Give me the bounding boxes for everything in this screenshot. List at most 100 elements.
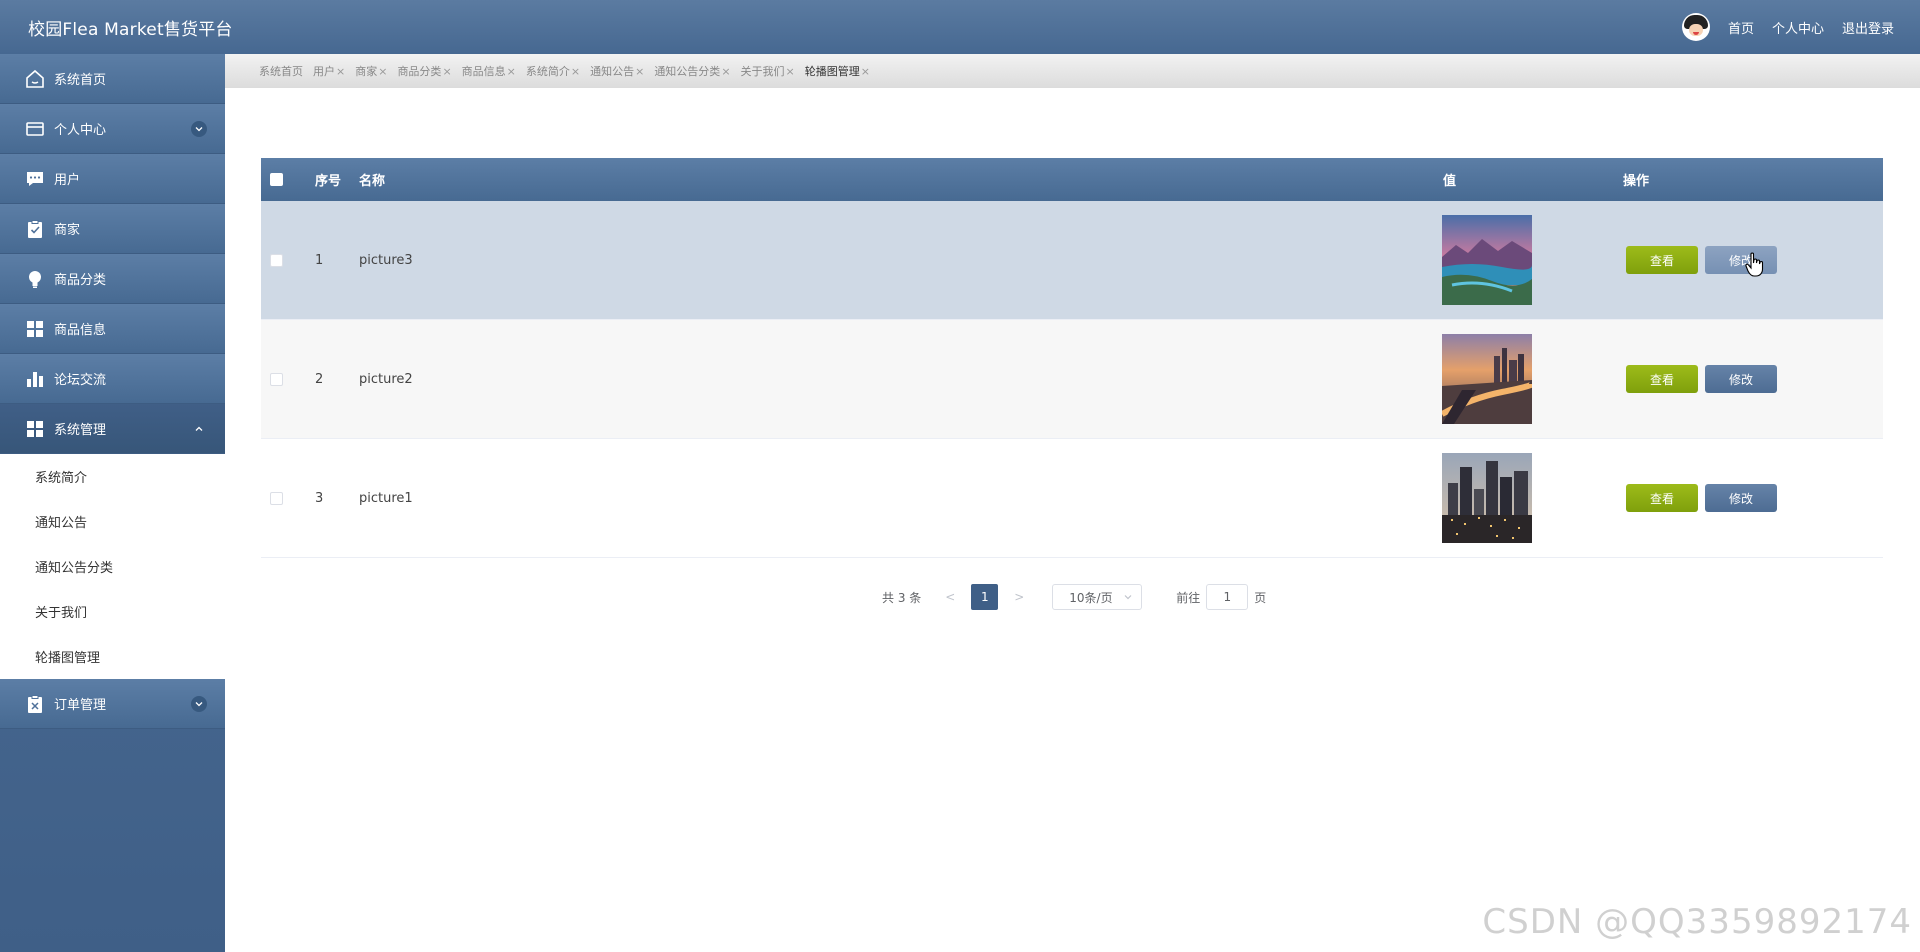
row-index: 2 [315, 371, 324, 387]
chevron-up-icon[interactable] [191, 421, 207, 437]
close-icon[interactable]: × [336, 65, 345, 78]
select-all-checkbox[interactable] [270, 173, 283, 186]
submenu-item-intro[interactable]: 系统简介 [0, 454, 225, 499]
sidebar-item-label: 个人中心 [54, 123, 107, 138]
clipboard-check-icon [24, 218, 46, 240]
view-button[interactable]: 查看 [1626, 365, 1698, 393]
watermark: CSDN @QQ3359892174 [1482, 902, 1912, 942]
grid-icon [24, 418, 46, 440]
submenu-item-about[interactable]: 关于我们 [0, 589, 225, 634]
chevron-down-icon [1124, 595, 1132, 600]
sidebar-item-label: 商品分类 [54, 273, 107, 288]
tab-merchants[interactable]: 商家 × [355, 63, 387, 79]
header-nav: 首页 个人中心 退出登录 [1681, 0, 1894, 54]
table-header: 序号 名称 值 操作 [261, 158, 1883, 201]
top-header: 校园Flea Market售货平台 首页 个人中心 退出登录 [0, 0, 1920, 54]
page-size-select[interactable]: 10条/页 [1052, 584, 1143, 610]
avatar[interactable] [1681, 13, 1710, 41]
tab-home[interactable]: 系统首页 [259, 63, 303, 79]
thumbnail-image[interactable] [1442, 334, 1532, 424]
row-index: 1 [315, 252, 324, 268]
sidebar-item-system[interactable]: 系统管理 [0, 404, 225, 454]
sidebar-item-label: 订单管理 [54, 698, 107, 713]
row-name: picture2 [359, 371, 413, 387]
submenu-item-notices[interactable]: 通知公告 [0, 499, 225, 544]
grid-icon [24, 318, 46, 340]
submenu-item-notice-categories[interactable]: 通知公告分类 [0, 544, 225, 589]
sidebar-item-products[interactable]: 商品信息 [0, 304, 225, 354]
sidebar-item-users[interactable]: 用户 [0, 154, 225, 204]
carousel-table: 序号 名称 值 操作 1 picture3 查看 修改 2 picture2 查… [261, 158, 1883, 558]
bar-chart-icon [24, 368, 46, 390]
close-icon[interactable]: × [378, 65, 387, 78]
close-icon[interactable]: × [571, 65, 580, 78]
table-row[interactable]: 2 picture2 查看 修改 [261, 320, 1883, 439]
chat-icon [24, 168, 46, 190]
profile-link[interactable]: 个人中心 [1772, 18, 1824, 37]
table-row[interactable]: 3 picture1 查看 修改 [261, 439, 1883, 558]
chevron-down-icon[interactable] [191, 696, 207, 712]
tab-about[interactable]: 关于我们 × [741, 63, 795, 79]
bulb-icon [24, 268, 46, 290]
row-checkbox[interactable] [270, 372, 283, 386]
header-name: 名称 [359, 174, 386, 189]
clipboard-x-icon [24, 693, 46, 715]
sidebar-item-merchants[interactable]: 商家 [0, 204, 225, 254]
sidebar-item-profile[interactable]: 个人中心 [0, 104, 225, 154]
tab-notices[interactable]: 通知公告 × [590, 63, 644, 79]
close-icon[interactable]: × [635, 65, 644, 78]
chevron-down-icon[interactable] [191, 121, 207, 137]
home-link[interactable]: 首页 [1728, 18, 1754, 37]
sidebar-item-label: 商品信息 [54, 323, 107, 338]
thumbnail-image[interactable] [1442, 453, 1532, 543]
header-value: 值 [1443, 174, 1457, 189]
close-icon[interactable]: × [442, 65, 451, 78]
header-action: 操作 [1623, 174, 1650, 189]
tab-users[interactable]: 用户 × [313, 63, 345, 79]
close-icon[interactable]: × [507, 65, 516, 78]
edit-button[interactable]: 修改 [1705, 484, 1777, 512]
edit-button[interactable]: 修改 [1705, 365, 1777, 393]
row-checkbox[interactable] [270, 253, 283, 267]
tab-products[interactable]: 商品信息 × [462, 63, 516, 79]
page-size-value: 10条/页 [1069, 590, 1113, 605]
header-index: 序号 [315, 174, 342, 189]
system-submenu: 系统简介 通知公告 通知公告分类 关于我们 轮播图管理 [0, 454, 225, 679]
app-title: 校园Flea Market售货平台 [28, 20, 233, 40]
row-name: picture1 [359, 490, 413, 506]
close-icon[interactable]: × [786, 65, 795, 78]
home-icon [24, 68, 46, 90]
card-icon [24, 118, 46, 140]
sidebar-item-forum[interactable]: 论坛交流 [0, 354, 225, 404]
prev-page-button[interactable]: < [935, 590, 965, 604]
close-icon[interactable]: × [721, 65, 730, 78]
sidebar-item-label: 系统首页 [54, 73, 107, 88]
sidebar-item-home[interactable]: 系统首页 [0, 54, 225, 104]
tab-intro[interactable]: 系统简介 × [526, 63, 580, 79]
edit-button[interactable]: 修改 [1705, 246, 1777, 274]
thumbnail-image[interactable] [1442, 215, 1532, 305]
view-button[interactable]: 查看 [1626, 246, 1698, 274]
row-checkbox[interactable] [270, 491, 283, 505]
tab-categories[interactable]: 商品分类 × [397, 63, 451, 79]
page-button-current[interactable]: 1 [971, 584, 999, 610]
sidebar-item-orders[interactable]: 订单管理 [0, 679, 225, 729]
sidebar: 系统首页 个人中心 用户 商家 商品分类 商品信息 论坛交流 系统管理 系统简介… [0, 54, 225, 952]
sidebar-item-label: 论坛交流 [54, 373, 107, 388]
close-icon[interactable]: × [861, 65, 870, 78]
table-row[interactable]: 1 picture3 查看 修改 [261, 201, 1883, 320]
view-button[interactable]: 查看 [1626, 484, 1698, 512]
logout-link[interactable]: 退出登录 [1842, 18, 1894, 37]
goto-label: 前往 [1176, 590, 1201, 605]
hand-cursor-icon [1745, 252, 1764, 277]
goto-page-input[interactable] [1206, 584, 1249, 610]
row-index: 3 [315, 490, 324, 506]
sidebar-item-label: 系统管理 [54, 423, 107, 438]
tab-carousel[interactable]: 轮播图管理 × [805, 63, 870, 79]
sidebar-item-categories[interactable]: 商品分类 [0, 254, 225, 304]
pagination: 共 3 条 < 1 > 10条/页 前往 页 [882, 584, 1266, 610]
total-count: 共 3 条 [882, 590, 922, 605]
submenu-item-carousel[interactable]: 轮播图管理 [0, 634, 225, 679]
tab-notice-categories[interactable]: 通知公告分类 × [654, 63, 730, 79]
next-page-button[interactable]: > [1004, 590, 1034, 604]
